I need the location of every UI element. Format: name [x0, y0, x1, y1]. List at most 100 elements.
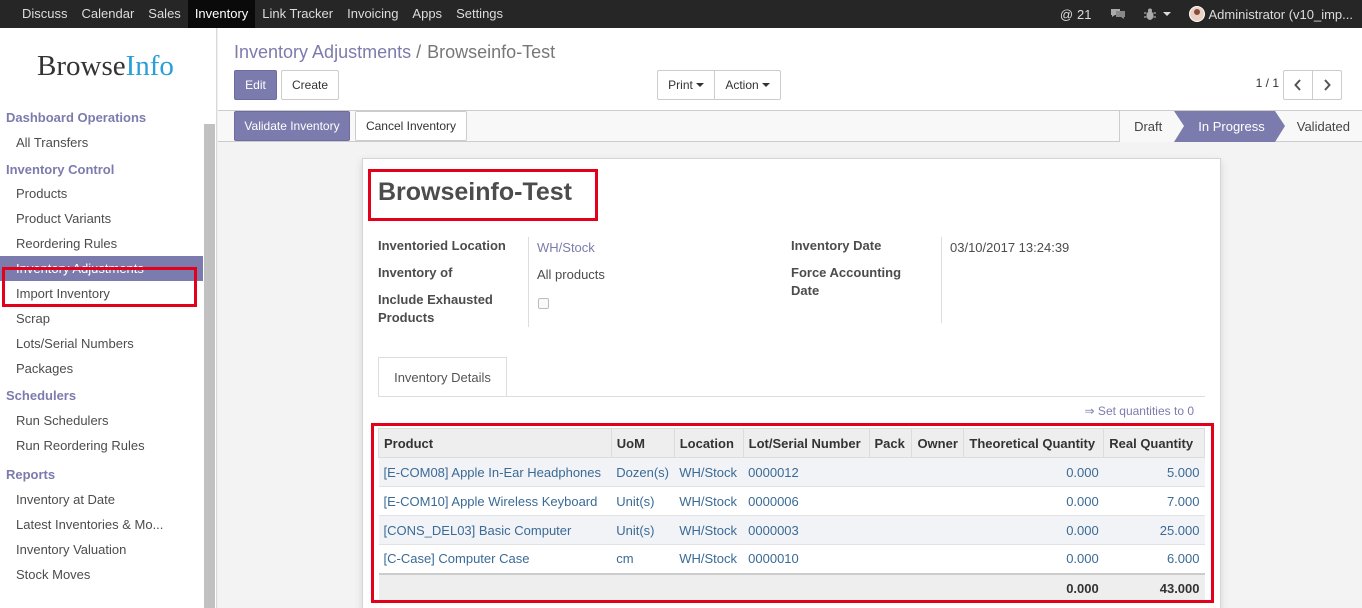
cell-lot[interactable]: 0000010 — [743, 544, 870, 574]
set-quantities-link[interactable]: ⇒ Set quantities to 0 — [1085, 404, 1194, 418]
table-row[interactable]: [CONS_DEL03] Basic Computer Unit(s) WH/S… — [378, 515, 1205, 545]
cell-pack[interactable] — [869, 457, 912, 487]
inventoried-location-value[interactable]: WH/Stock — [537, 239, 595, 257]
breadcrumb-current: Browseinfo-Test — [427, 42, 556, 62]
edit-button[interactable]: Edit — [234, 70, 277, 100]
chat-button[interactable] — [1101, 7, 1135, 21]
sidebar-item-packages[interactable]: Packages — [0, 356, 203, 381]
chevron-down-icon — [695, 83, 704, 87]
cell-pack[interactable] — [869, 515, 912, 545]
pager-value[interactable]: 1 / 1 — [1256, 76, 1279, 90]
table-row[interactable]: [E-COM08] Apple In-Ear Headphones Dozen(… — [378, 457, 1205, 487]
cell-pack[interactable] — [869, 544, 912, 574]
sidebar-item-inventory-at-date[interactable]: Inventory at Date — [0, 487, 203, 512]
cell-theoretical[interactable]: 0.000 — [963, 515, 1104, 545]
cell-owner[interactable] — [911, 457, 964, 487]
sidebar-section-dashboard[interactable]: Dashboard Operations — [0, 108, 203, 127]
cell-owner[interactable] — [911, 486, 964, 516]
col-lot-serial[interactable]: Lot/Serial Number — [742, 428, 870, 458]
cell-product[interactable]: [C-Case] Computer Case — [378, 544, 612, 574]
print-dropdown[interactable]: Print — [657, 70, 715, 100]
cell-owner[interactable] — [911, 544, 964, 574]
cell-theoretical[interactable]: 0.000 — [963, 544, 1104, 574]
record-title[interactable]: Browseinfo-Test — [378, 178, 572, 207]
menu-link-tracker[interactable]: Link Tracker — [255, 0, 340, 28]
sidebar-item-inventory-adjustments[interactable]: Inventory Adjustments — [0, 256, 203, 281]
cell-owner[interactable] — [911, 515, 964, 545]
col-real-quantity[interactable]: Real Quantity — [1103, 428, 1205, 458]
cell-theoretical[interactable]: 0.000 — [963, 457, 1104, 487]
table-row[interactable]: [C-Case] Computer Case cm WH/Stock 00000… — [378, 544, 1205, 574]
col-owner[interactable]: Owner — [911, 428, 965, 458]
menu-sales[interactable]: Sales — [141, 0, 188, 28]
breadcrumb-parent-link[interactable]: Inventory Adjustments — [234, 42, 411, 62]
sidebar-item-inventory-valuation[interactable]: Inventory Valuation — [0, 537, 203, 562]
sidebar-item-all-transfers[interactable]: All Transfers — [0, 130, 203, 155]
col-theoretical-quantity[interactable]: Theoretical Quantity — [963, 428, 1105, 458]
sidebar-item-latest-inventories[interactable]: Latest Inventories & Mo... — [0, 512, 203, 537]
menu-inventory[interactable]: Inventory — [187, 0, 256, 28]
sidebar-item-products[interactable]: Products — [0, 181, 203, 206]
mentions-button[interactable]: @ 21 — [1051, 7, 1101, 22]
cell-real[interactable]: 25.000 — [1103, 515, 1205, 545]
sidebar-item-reordering-rules[interactable]: Reordering Rules — [0, 231, 203, 256]
cell-location[interactable]: WH/Stock — [674, 544, 744, 574]
sidebar-scrollbar[interactable] — [204, 124, 215, 608]
menu-apps[interactable]: Apps — [405, 0, 449, 28]
cell-real[interactable]: 6.000 — [1103, 544, 1205, 574]
cell-lot[interactable]: 0000012 — [743, 457, 870, 487]
cell-uom[interactable]: cm — [611, 544, 675, 574]
col-pack[interactable]: Pack — [868, 428, 913, 458]
cell-location[interactable]: WH/Stock — [674, 486, 744, 516]
cell-theoretical[interactable]: 0.000 — [963, 486, 1104, 516]
sidebar-section-reports[interactable]: Reports — [0, 463, 203, 487]
col-uom[interactable]: UoM — [610, 428, 675, 458]
sidebar-item-lots-serial-numbers[interactable]: Lots/Serial Numbers — [0, 331, 203, 356]
cell-product[interactable]: [CONS_DEL03] Basic Computer — [378, 515, 612, 545]
status-steps: Draft In Progress Validated — [1119, 111, 1362, 142]
menu-settings[interactable]: Settings — [449, 0, 510, 28]
menu-discuss[interactable]: Discuss — [0, 0, 75, 28]
inventory-of-label: Inventory of — [378, 265, 453, 280]
company-logo[interactable]: BrowseInfo — [37, 50, 174, 83]
debug-button[interactable] — [1135, 8, 1180, 21]
cell-location[interactable]: WH/Stock — [674, 457, 744, 487]
cell-lot[interactable]: 0000006 — [743, 486, 870, 516]
table-header-row: Product UoM Location Lot/Serial Number P… — [378, 428, 1205, 458]
sidebar-item-stock-moves[interactable]: Stock Moves — [0, 562, 203, 587]
sidebar-item-scrap[interactable]: Scrap — [0, 306, 203, 331]
sidebar-item-run-schedulers[interactable]: Run Schedulers — [0, 408, 203, 433]
pager-previous-button[interactable] — [1283, 70, 1313, 100]
sidebar-section-inventory-control[interactable]: Inventory Control — [0, 159, 203, 181]
cell-product[interactable]: [E-COM10] Apple Wireless Keyboard — [378, 486, 612, 516]
table-row[interactable]: [E-COM10] Apple Wireless Keyboard Unit(s… — [378, 486, 1205, 516]
sidebar-item-run-reordering-rules[interactable]: Run Reordering Rules — [0, 433, 203, 458]
sidebar-item-product-variants[interactable]: Product Variants — [0, 206, 203, 231]
tab-inventory-details[interactable]: Inventory Details — [378, 357, 507, 397]
total-spacer — [743, 572, 870, 602]
cell-uom[interactable]: Dozen(s) — [611, 457, 675, 487]
cell-lot[interactable]: 0000003 — [743, 515, 870, 545]
cell-real[interactable]: 5.000 — [1103, 457, 1205, 487]
breadcrumb-separator: / — [416, 42, 422, 62]
create-button[interactable]: Create — [281, 70, 339, 100]
col-location[interactable]: Location — [673, 428, 744, 458]
sidebar-section-schedulers[interactable]: Schedulers — [0, 384, 203, 408]
cancel-inventory-button[interactable]: Cancel Inventory — [355, 111, 467, 141]
force-accounting-date-label: Force Accounting Date — [791, 264, 901, 300]
cell-pack[interactable] — [869, 486, 912, 516]
cell-real[interactable]: 7.000 — [1103, 486, 1205, 516]
menu-invoicing[interactable]: Invoicing — [340, 0, 405, 28]
user-menu[interactable]: Administrator (v10_imp... — [1180, 6, 1362, 22]
action-dropdown[interactable]: Action — [714, 70, 781, 100]
cell-uom[interactable]: Unit(s) — [611, 515, 675, 545]
sidebar-item-import-inventory[interactable]: Import Inventory — [0, 281, 203, 306]
pager-next-button[interactable] — [1312, 70, 1342, 100]
cell-product[interactable]: [E-COM08] Apple In-Ear Headphones — [378, 457, 612, 487]
include-exhausted-checkbox[interactable] — [538, 298, 549, 309]
validate-inventory-button[interactable]: Validate Inventory — [234, 111, 350, 141]
col-product[interactable]: Product — [378, 428, 612, 458]
cell-location[interactable]: WH/Stock — [674, 515, 744, 545]
menu-calendar[interactable]: Calendar — [75, 0, 142, 28]
cell-uom[interactable]: Unit(s) — [611, 486, 675, 516]
